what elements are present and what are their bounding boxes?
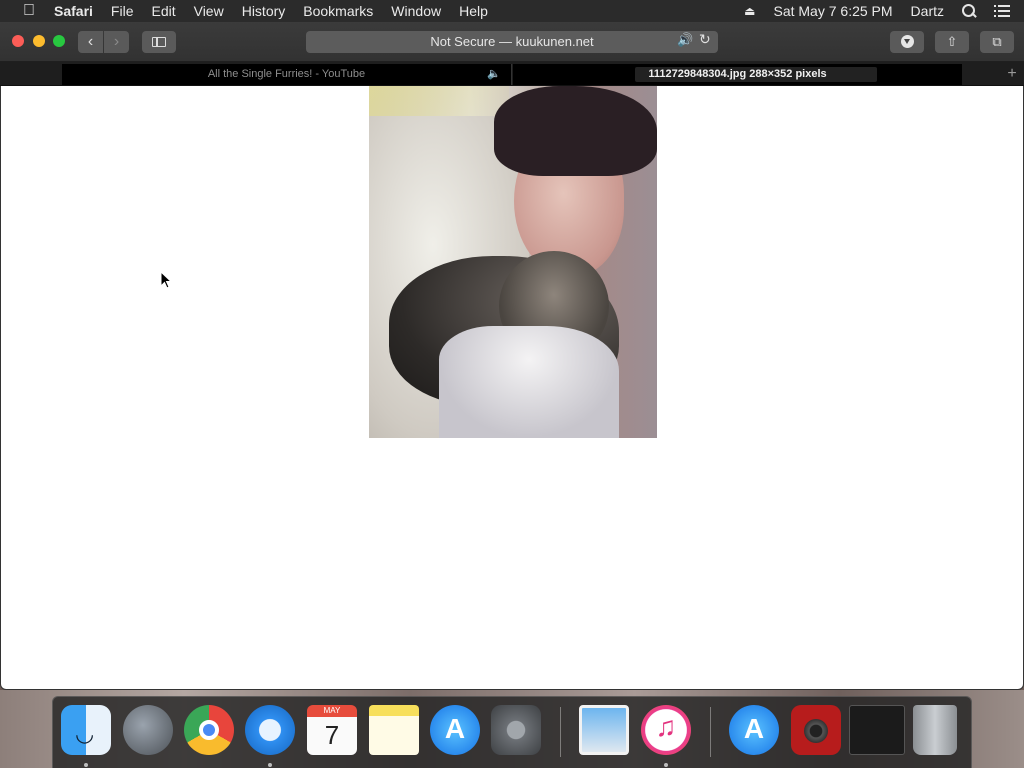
dock-separator — [710, 707, 711, 757]
new-tab-button[interactable]: + — [1000, 64, 1024, 85]
tab-image[interactable]: 1112729848304.jpg 288×352 pixels — [513, 64, 962, 85]
reload-icon[interactable]: ↻ — [699, 31, 711, 48]
sidebar-toggle-button[interactable] — [142, 31, 176, 53]
navigation-buttons: ‹ › — [78, 31, 129, 53]
displayed-image[interactable] — [369, 86, 657, 438]
tab-bar: All the Single Furries! - YouTube 🔈 1112… — [0, 62, 1024, 86]
window-fullscreen-button[interactable] — [53, 35, 65, 47]
notification-center-icon[interactable] — [994, 5, 1010, 17]
apple-logo-icon[interactable]:  — [18, 2, 40, 20]
calendar-day: 7 — [324, 720, 340, 750]
menu-bookmarks[interactable]: Bookmarks — [303, 0, 373, 22]
speaker-icon[interactable]: 🔊 — [677, 32, 693, 48]
chevron-left-icon: ‹ — [87, 33, 94, 50]
menu-history[interactable]: History — [242, 0, 286, 22]
tabs-overview-icon: ⧉ — [992, 34, 1002, 49]
tab-youtube[interactable]: All the Single Furries! - YouTube 🔈 — [62, 64, 512, 85]
window-minimize-button[interactable] — [33, 35, 45, 47]
menu-file[interactable]: File — [111, 0, 134, 22]
speaker-icon[interactable]: 🔈 — [487, 64, 501, 85]
sidebar-icon — [152, 37, 166, 47]
download-icon — [900, 35, 914, 48]
trash-icon[interactable] — [913, 705, 957, 755]
window-close-button[interactable] — [12, 35, 24, 47]
menu-window[interactable]: Window — [391, 0, 441, 22]
menu-app-safari[interactable]: Safari — [54, 0, 93, 22]
running-indicator — [664, 763, 668, 767]
app-store-icon[interactable] — [430, 705, 480, 755]
photo-booth-icon[interactable] — [791, 705, 841, 755]
show-all-tabs-button[interactable]: ⧉ — [980, 31, 1014, 53]
downloads-button[interactable] — [890, 31, 924, 53]
eject-icon[interactable]: ⏏ — [744, 4, 755, 18]
preview-icon[interactable] — [579, 705, 629, 755]
dock: MAY 7 — [52, 696, 972, 768]
spotlight-search-icon[interactable] — [962, 4, 976, 18]
calendar-icon[interactable]: MAY 7 — [307, 705, 357, 755]
tab-title: All the Single Furries! - YouTube — [207, 68, 366, 80]
safari-icon[interactable] — [245, 705, 295, 755]
share-button[interactable]: ⇧ — [935, 31, 969, 53]
menubar-status-area: ⏏ Sat May 7 6:25 PM Dartz — [726, 3, 1010, 19]
menubar-user[interactable]: Dartz — [911, 3, 944, 19]
dock-separator — [560, 707, 561, 757]
plus-icon: + — [1007, 65, 1017, 82]
system-preferences-icon[interactable] — [491, 705, 541, 755]
app-store-download-icon[interactable] — [729, 705, 779, 755]
notes-icon[interactable] — [369, 705, 419, 755]
menu-bar:  Safari File Edit View History Bookmark… — [0, 0, 1024, 22]
menu-view[interactable]: View — [194, 0, 224, 22]
chrome-icon[interactable] — [184, 705, 234, 755]
photo-layer — [439, 326, 619, 438]
chevron-right-icon: › — [113, 33, 120, 50]
launchpad-icon[interactable] — [123, 705, 173, 755]
running-indicator — [84, 763, 88, 767]
share-icon: ⇧ — [946, 34, 958, 49]
page-content — [0, 86, 1024, 690]
calendar-month: MAY — [323, 706, 341, 715]
menu-help[interactable]: Help — [459, 0, 488, 22]
photo-layer — [494, 86, 657, 176]
itunes-icon[interactable] — [641, 705, 691, 755]
browser-toolbar: ‹ › Not Secure — kuukunen.net 🔊 ↻ ⇧ ⧉ — [0, 22, 1024, 62]
finder-icon[interactable] — [61, 705, 111, 755]
tab-title: 1112729848304.jpg 288×352 pixels — [648, 68, 827, 80]
menubar-clock[interactable]: Sat May 7 6:25 PM — [773, 3, 892, 19]
minimized-window-icon[interactable] — [849, 705, 905, 755]
address-bar[interactable]: Not Secure — kuukunen.net — [306, 31, 718, 53]
mouse-cursor-icon — [160, 271, 172, 289]
forward-button[interactable]: › — [104, 31, 129, 53]
back-button[interactable]: ‹ — [78, 31, 103, 53]
menu-edit[interactable]: Edit — [151, 0, 175, 22]
running-indicator — [268, 763, 272, 767]
